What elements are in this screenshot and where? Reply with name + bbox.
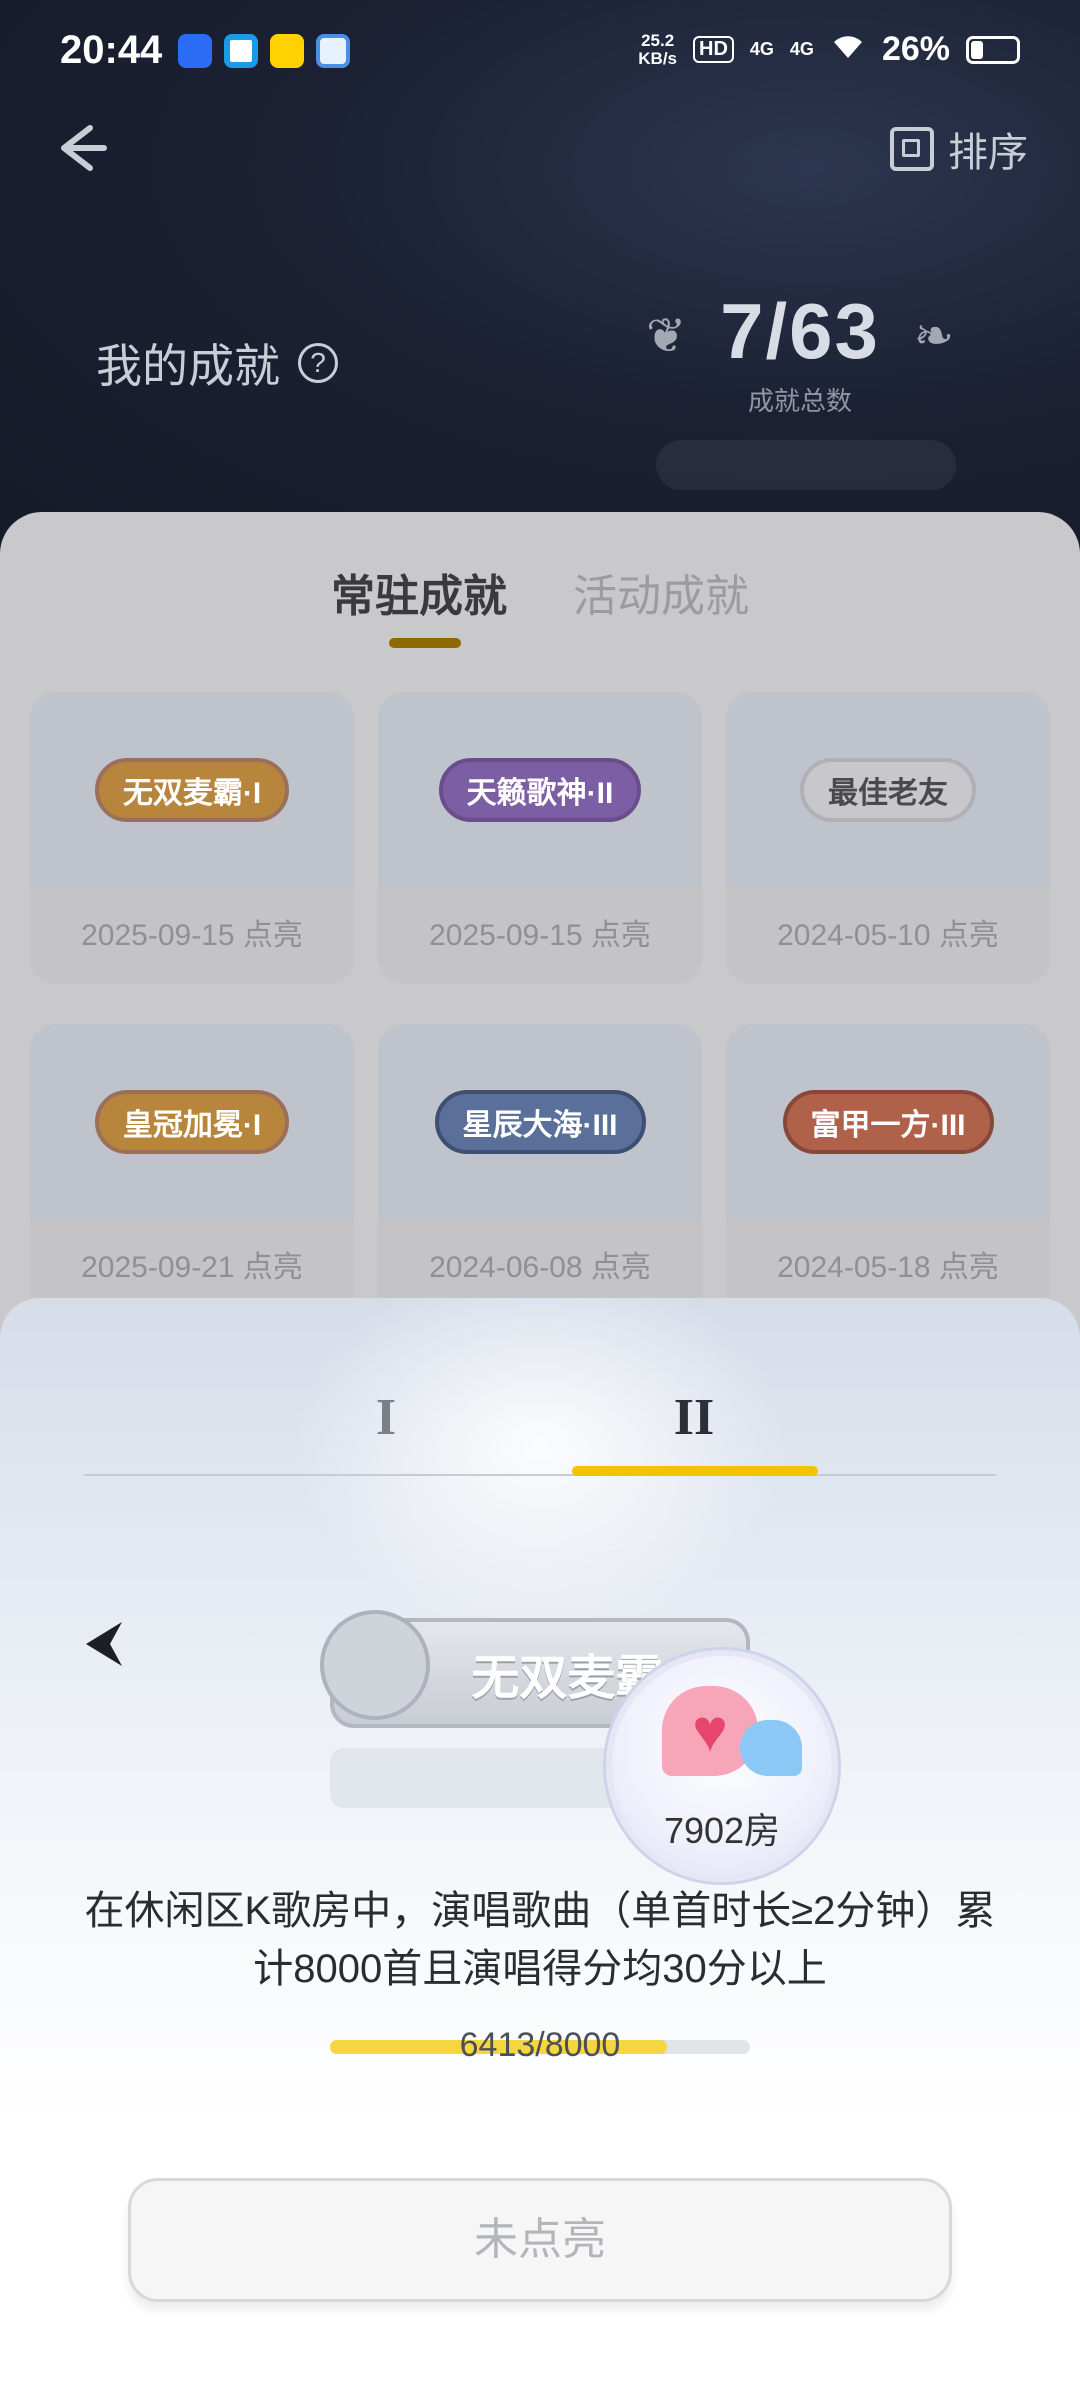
achievement-card[interactable]: 最佳老友 2024-05-10 点亮 — [726, 692, 1050, 984]
chat-bubble-icon — [740, 1720, 802, 1776]
app-icon-2 — [224, 34, 258, 68]
room-float-button[interactable]: ♥ 7902房 — [606, 1650, 838, 1882]
sort-icon — [890, 127, 934, 171]
achievement-badge-area: 皇冠加冕·I — [30, 1024, 354, 1220]
achievement-card[interactable]: 富甲一方·III 2024-05-18 点亮 — [726, 1024, 1050, 1316]
achievement-badge: 天籁歌神·II — [438, 758, 642, 822]
achievement-badge: 最佳老友 — [800, 758, 976, 822]
help-icon[interactable]: ? — [298, 343, 338, 383]
app-icon-4 — [316, 34, 350, 68]
laurel-left-icon: ❦ — [646, 310, 687, 363]
battery-icon — [966, 35, 1020, 64]
badge-pedestal — [330, 1748, 630, 1808]
status-bar: 20:44 25.2 KB/s HD 4G 4G 26% — [0, 0, 1080, 110]
laurel-right-icon: ❧ — [913, 310, 954, 363]
hd-icon: HD — [693, 36, 734, 63]
previous-achievement-button[interactable] — [76, 1614, 136, 1674]
achievement-card[interactable]: 无双麦霸·I 2025-09-15 点亮 — [30, 692, 354, 984]
level-tabs: I II — [0, 1388, 1080, 1468]
level-tab-indicator — [572, 1466, 818, 1476]
battery-percent: 26% — [881, 30, 950, 68]
achievement-badge-area: 富甲一方·III — [726, 1024, 1050, 1220]
level-tab-divider — [84, 1474, 996, 1476]
achievement-date: 2024-05-10 点亮 — [726, 888, 1050, 984]
network-speed: 25.2 KB/s — [638, 30, 678, 68]
achievement-badge: 无双麦霸·I — [94, 758, 290, 822]
signal-icon-2: 4G — [789, 39, 814, 59]
description-line-2: 计8000首且演唱得分均30分以上 — [253, 1947, 827, 1991]
achievement-badge: 皇冠加冕·I — [94, 1090, 290, 1154]
achievement-grid: 无双麦霸·I 2025-09-15 点亮 天籁歌神·II 2025-09-15 … — [30, 692, 1050, 1316]
achievement-detail-sheet: I II 无双麦霸·II ♥ 7902房 在休闲区K歌房中，演唱歌曲（单首时长≥… — [0, 1298, 1080, 2400]
decorative-pill — [656, 440, 956, 490]
achievement-badge-area: 星辰大海·III — [378, 1024, 702, 1220]
level-tab-2[interactable]: II — [574, 1388, 814, 1447]
category-tabs: 常驻成就 活动成就 — [0, 560, 1080, 648]
back-button[interactable] — [50, 118, 110, 178]
achievement-badge-area: 最佳老友 — [726, 692, 1050, 888]
my-achievements-label: 我的成就 — [96, 340, 280, 392]
achievement-badge-area: 天籁歌神·II — [378, 692, 702, 888]
status-app-icons — [178, 34, 350, 68]
meituan-icon — [270, 34, 304, 68]
achievement-description: 在休闲区K歌房中，演唱歌曲（单首时长≥2分钟）累 计8000首且演唱得分均30分… — [80, 1882, 1000, 1998]
tab-event[interactable]: 活动成就 — [573, 560, 749, 624]
total-count: 7/63 — [720, 287, 880, 375]
achievement-date: 2025-09-15 点亮 — [378, 888, 702, 984]
achievement-card[interactable]: 天籁歌神·II 2025-09-15 点亮 — [378, 692, 702, 984]
progress-text: 6413/8000 — [459, 2026, 621, 2064]
description-line-1: 在休闲区K歌房中，演唱歌曲（单首时长≥2分钟）累 — [84, 1889, 996, 1933]
achievement-total: ❦ 7/63 成就总数 ❧ — [646, 286, 954, 418]
app-icon-1 — [178, 34, 212, 68]
signal-icon-1: 4G — [749, 39, 774, 59]
status-indicators: 25.2 KB/s HD 4G 4G 26% — [638, 30, 1020, 69]
sort-label: 排序 — [948, 131, 1028, 175]
achievement-date: 2025-09-15 点亮 — [30, 888, 354, 984]
total-label: 成就总数 — [747, 386, 852, 416]
achievement-badge: 星辰大海·III — [434, 1090, 646, 1154]
microphone-icon — [320, 1610, 430, 1720]
achievement-card[interactable]: 星辰大海·III 2024-06-08 点亮 — [378, 1024, 702, 1316]
achievement-badge: 富甲一方·III — [782, 1090, 994, 1154]
sort-button[interactable]: 排序 — [890, 120, 1028, 178]
level-tab-1[interactable]: I — [266, 1388, 506, 1447]
achievement-card[interactable]: 皇冠加冕·I 2025-09-21 点亮 — [30, 1024, 354, 1316]
arrow-left-icon — [61, 125, 107, 171]
light-up-button[interactable]: 未点亮 — [128, 2178, 952, 2302]
caret-left-icon — [86, 1622, 122, 1666]
my-achievements-title: 我的成就 ? — [96, 330, 338, 396]
room-label: 7902房 — [663, 1810, 781, 1851]
achievement-badge-area: 无双麦霸·I — [30, 692, 354, 888]
status-time: 20:44 — [60, 28, 163, 72]
wifi-icon — [830, 30, 866, 69]
tab-permanent[interactable]: 常驻成就 — [331, 560, 507, 648]
